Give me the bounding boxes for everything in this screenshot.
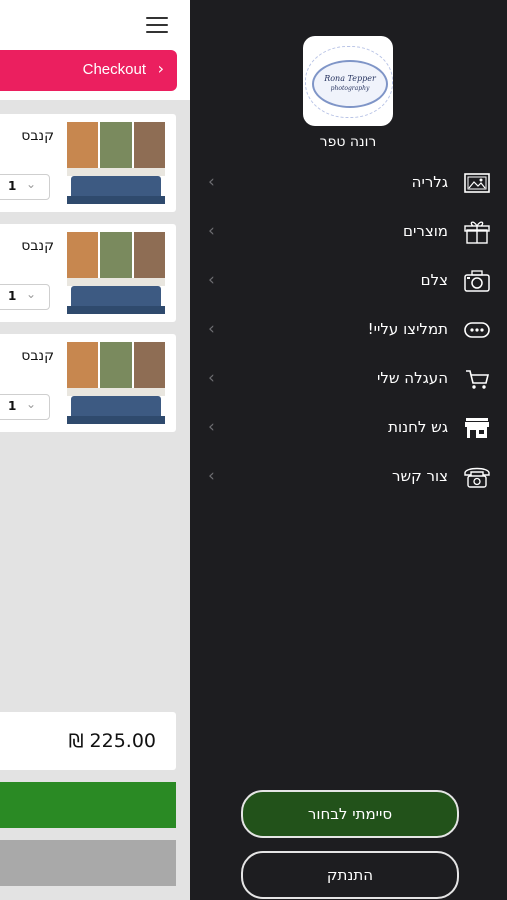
quantity-select[interactable]: 1 ⌄	[0, 394, 50, 420]
total-amount: ₪ 225.00	[68, 730, 156, 752]
store-icon	[465, 418, 489, 438]
logout-button[interactable]: התנתק	[241, 851, 459, 899]
continue-button[interactable]	[0, 782, 176, 828]
cart-total: ₪ 225.00	[0, 712, 176, 770]
item-title: קנבס	[21, 238, 54, 254]
menu-item-label: גלריה	[411, 173, 448, 191]
user-name: רונה טפר	[319, 134, 377, 150]
cart-item[interactable]: קנבס 1 ⌄	[0, 114, 176, 212]
item-title: קנבס	[21, 128, 54, 144]
studio-logo: Rona Tepper photography	[303, 36, 393, 126]
side-drawer: Rona Tepper photography רונה טפר ‹ גלריה …	[190, 0, 507, 900]
menu-item-products[interactable]: ‹ מוצרים	[190, 209, 507, 257]
camera-icon	[464, 270, 490, 292]
cart-item[interactable]: קנבס 1 ⌄	[0, 224, 176, 322]
checkout-label: Checkout	[82, 61, 146, 78]
cart-icon	[466, 370, 490, 389]
menu-item-recommend[interactable]: ‹ תמליצו עליי!	[190, 307, 507, 355]
quantity-value: 1	[8, 289, 17, 303]
menu-item-my-cart[interactable]: ‹ העגלה שלי	[190, 356, 507, 404]
menu-item-label: מוצרים	[403, 222, 448, 240]
cart-panel: Checkout › קנבס 1 ⌄ קנבס 1 ⌄ קנבס 1 ⌄ ₪ …	[0, 0, 190, 900]
chat-bubble-icon	[464, 322, 490, 338]
menu-item-contact[interactable]: ‹ צור קשר	[190, 454, 507, 502]
quantity-value: 1	[8, 179, 17, 193]
cart-top-bar: Checkout ›	[0, 0, 190, 100]
menu-item-label: גש לחנות	[388, 418, 448, 436]
menu-item-label: צור קשר	[392, 467, 448, 485]
quantity-select[interactable]: 1 ⌄	[0, 174, 50, 200]
menu-item-photographer[interactable]: ‹ צלם	[190, 258, 507, 306]
cart-item[interactable]: קנבס 1 ⌄	[0, 334, 176, 432]
chevron-left-icon: ‹	[208, 417, 215, 437]
quantity-value: 1	[8, 399, 17, 413]
chevron-down-icon: ⌄	[26, 397, 37, 411]
chevron-right-icon: ›	[157, 59, 164, 78]
gift-box-icon	[464, 221, 490, 244]
chevron-down-icon: ⌄	[26, 287, 37, 301]
phone-icon	[464, 467, 490, 488]
logo-line-2: photography	[330, 85, 370, 92]
menu-item-label: תמליצו עליי!	[367, 320, 448, 338]
menu-item-label: צלם	[420, 271, 448, 289]
menu-item-store[interactable]: ‹ גש לחנות	[190, 405, 507, 453]
logo-line-1: Rona Tepper	[324, 74, 376, 83]
quantity-select[interactable]: 1 ⌄	[0, 284, 50, 310]
chevron-left-icon: ‹	[208, 221, 215, 241]
menu-hamburger-icon[interactable]	[146, 16, 170, 34]
secondary-button[interactable]	[0, 840, 176, 886]
chevron-left-icon: ‹	[208, 319, 215, 339]
gallery-icon	[464, 173, 490, 193]
menu-item-label: העגלה שלי	[377, 369, 448, 387]
chevron-left-icon: ‹	[208, 270, 215, 290]
chevron-left-icon: ‹	[208, 466, 215, 486]
menu-item-gallery[interactable]: ‹ גלריה	[190, 160, 507, 208]
chevron-left-icon: ‹	[208, 368, 215, 388]
checkout-button[interactable]: Checkout ›	[0, 50, 177, 91]
chevron-down-icon: ⌄	[26, 177, 37, 191]
product-thumbnail	[67, 342, 165, 424]
chevron-left-icon: ‹	[208, 172, 215, 192]
product-thumbnail	[67, 122, 165, 204]
product-thumbnail	[67, 232, 165, 314]
done-choosing-button[interactable]: סיימתי לבחור	[241, 790, 459, 838]
item-title: קנבס	[21, 348, 54, 364]
